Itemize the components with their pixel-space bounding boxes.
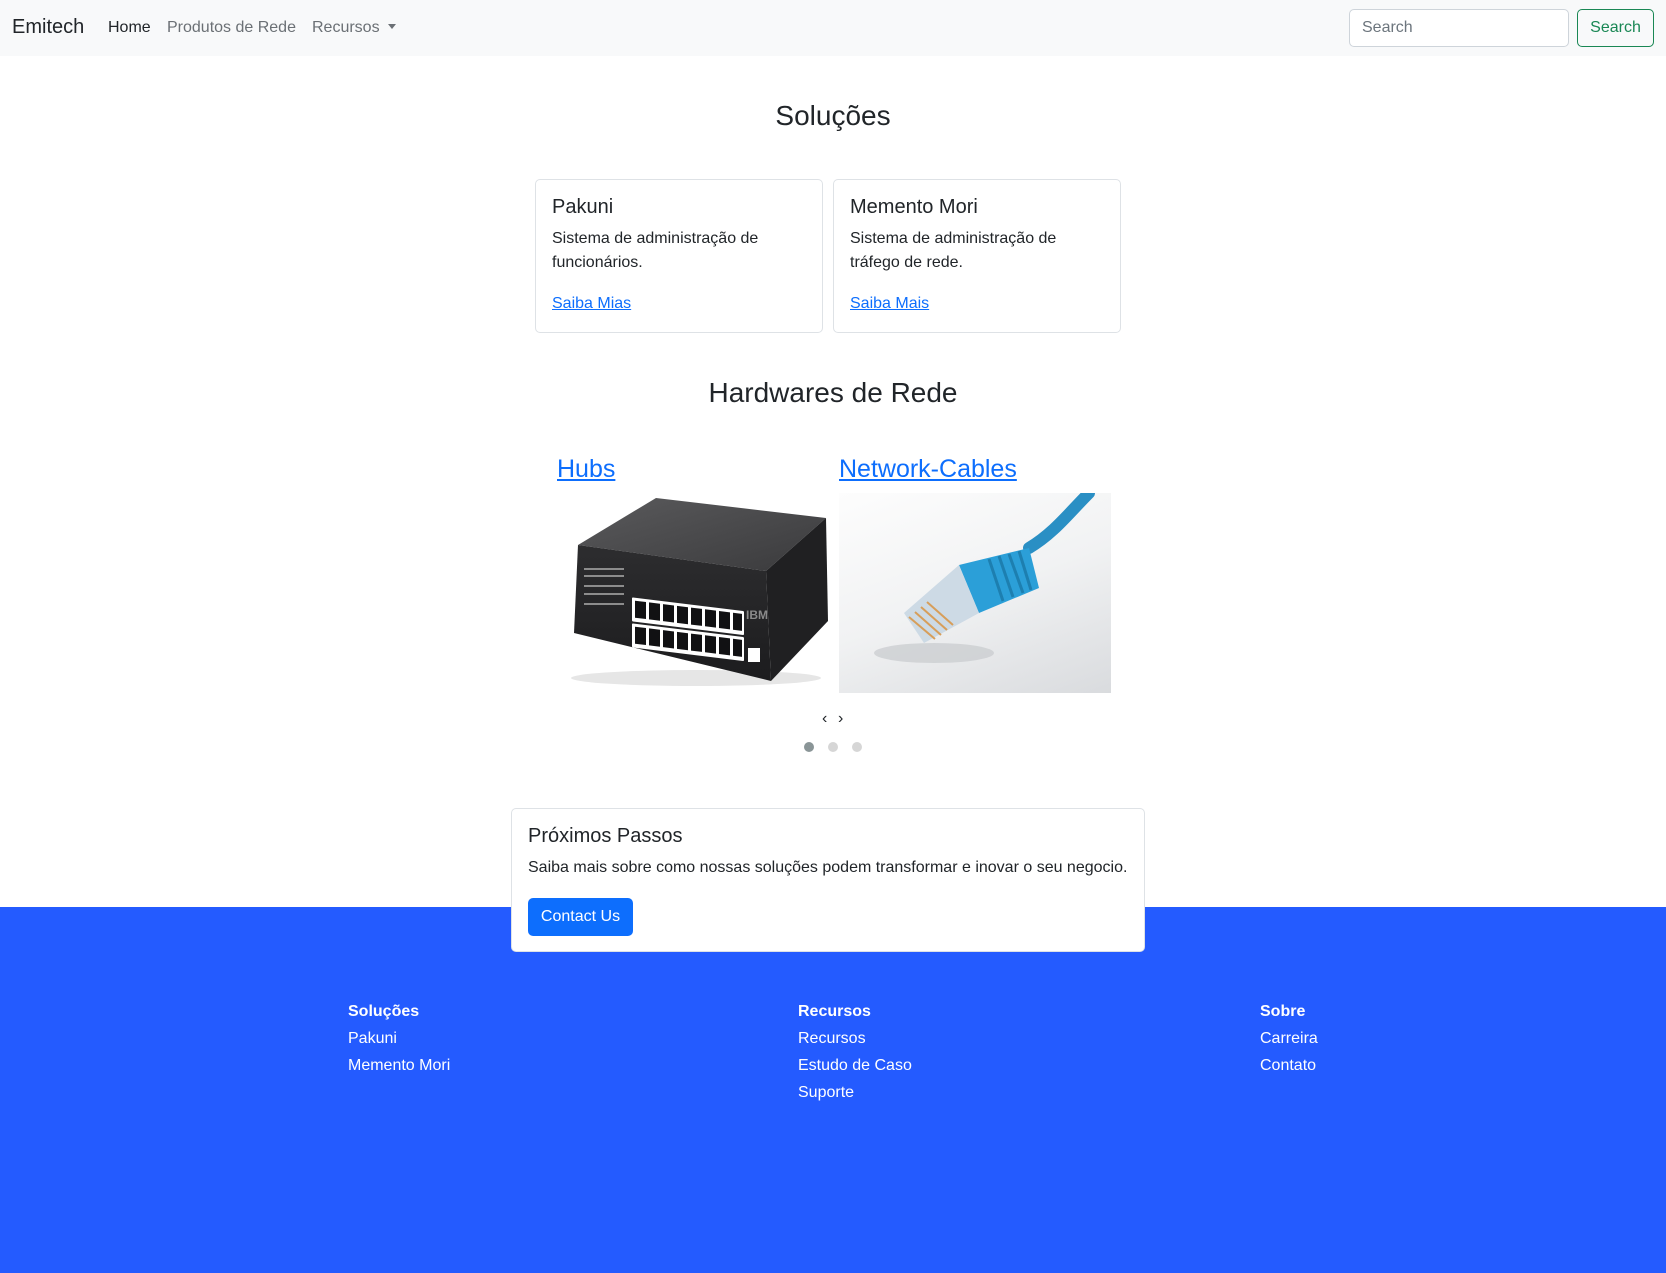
nav-link-produtos-de-rede[interactable]: Produtos de Rede (167, 19, 296, 37)
carousel-prev-button[interactable]: ‹ (822, 710, 827, 728)
footer-link[interactable]: Estudo de Caso (798, 1052, 912, 1079)
footer-link[interactable]: Recursos (798, 1025, 912, 1052)
card-text: Sistema de administração de funcionários… (552, 230, 759, 271)
card-text: Sistema de administração de tráfego de r… (850, 230, 1057, 271)
network-hub-image: IBM (556, 493, 828, 693)
card-title: Pakuni (552, 196, 614, 218)
hardware-link-hubs[interactable]: Hubs (557, 455, 615, 484)
footer-column-sobre: Sobre Carreira Contato (1260, 998, 1318, 1079)
footer-link[interactable]: Contato (1260, 1052, 1318, 1079)
footer: Soluções Pakuni Memento Mori Recursos Re… (0, 907, 1666, 1273)
learn-more-link[interactable]: Saiba Mias (552, 295, 631, 313)
hardware-link-network-cables[interactable]: Network-Cables (839, 455, 1017, 484)
footer-heading: Sobre (1260, 1003, 1306, 1020)
card-title: Próximos Passos (528, 825, 683, 847)
carousel-indicator-1[interactable] (804, 742, 814, 752)
brand-logo[interactable]: Emitech (12, 16, 84, 39)
hardware-title: Hardwares de Rede (708, 377, 958, 408)
footer-link[interactable]: Carreira (1260, 1025, 1318, 1052)
nav-dropdown-recursos[interactable]: Recursos (312, 19, 396, 37)
search-input[interactable] (1349, 9, 1569, 47)
search-button[interactable]: Search (1577, 9, 1654, 47)
nav-link-home[interactable]: Home (108, 19, 151, 37)
footer-column-recursos: Recursos Recursos Estudo de Caso Suporte (798, 998, 912, 1106)
footer-link[interactable]: Memento Mori (348, 1052, 450, 1079)
footer-column-solucoes: Soluções Pakuni Memento Mori (348, 998, 450, 1079)
footer-link[interactable]: Pakuni (348, 1025, 450, 1052)
svg-text:IBM: IBM (746, 608, 768, 622)
footer-heading: Soluções (348, 1003, 420, 1020)
nav-dropdown-label: Recursos (312, 19, 380, 36)
contact-us-button[interactable]: Contact Us (528, 898, 633, 936)
learn-more-link[interactable]: Saiba Mais (850, 295, 929, 313)
card-text: Saiba mais sobre como nossas soluções po… (528, 859, 1128, 876)
footer-link[interactable]: Suporte (798, 1079, 912, 1106)
caret-down-icon (387, 24, 396, 29)
solution-card-pakuni: Pakuni Sistema de administração de funci… (535, 179, 823, 333)
solutions-title: Soluções (775, 100, 891, 131)
carousel-next-button[interactable]: › (838, 710, 843, 728)
solution-card-memento-mori: Memento Mori Sistema de administração de… (833, 179, 1121, 333)
footer-heading: Recursos (798, 1003, 871, 1020)
card-title: Memento Mori (850, 196, 978, 218)
carousel-indicator-3[interactable] (852, 742, 862, 752)
navbar: Emitech Home Produtos de Rede Recursos S… (0, 0, 1666, 56)
next-steps-card: Próximos Passos Saiba mais sobre como no… (511, 808, 1145, 952)
ethernet-cable-image (839, 487, 1111, 693)
carousel-indicator-2[interactable] (828, 742, 838, 752)
